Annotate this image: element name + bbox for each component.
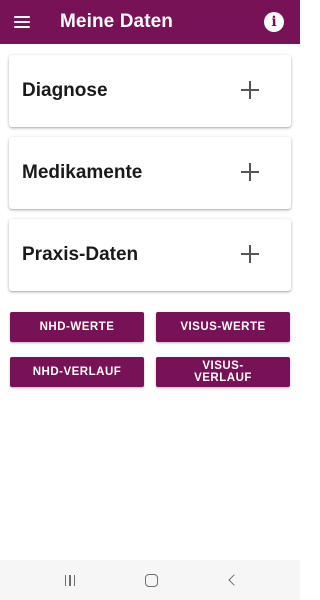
plus-icon[interactable] — [241, 81, 259, 99]
card-diagnose[interactable]: Diagnose — [9, 55, 291, 127]
card-label: Praxis-Daten — [22, 244, 139, 265]
menu-button[interactable] — [0, 0, 44, 44]
system-nav-bar — [0, 560, 300, 600]
hamburger-menu-icon — [14, 16, 30, 28]
home-icon — [144, 573, 158, 587]
home-button[interactable] — [139, 568, 163, 592]
info-circle-icon: i — [271, 14, 277, 30]
card-label: Diagnose — [22, 80, 108, 101]
app-bar: Meine Daten i — [0, 0, 300, 44]
info-button[interactable]: i — [264, 12, 284, 32]
plus-icon[interactable] — [241, 245, 259, 263]
visus-werte-button[interactable]: VISUS-WERTE — [156, 312, 290, 342]
recent-apps-button[interactable] — [58, 568, 82, 592]
back-button[interactable] — [220, 568, 244, 592]
card-medikamente[interactable]: Medikamente — [9, 137, 291, 209]
visus-verlauf-label: VISUS-VERLAUF — [194, 360, 252, 384]
back-icon — [228, 574, 240, 586]
recent-apps-icon — [64, 574, 76, 586]
nhd-werte-button[interactable]: NHD-WERTE — [10, 312, 144, 342]
visus-verlauf-button[interactable]: VISUS-VERLAUF — [156, 357, 290, 387]
card-praxis-daten[interactable]: Praxis-Daten — [9, 219, 291, 291]
page-title: Meine Daten — [60, 11, 174, 32]
card-label: Medikamente — [22, 162, 143, 183]
nhd-verlauf-button[interactable]: NHD-VERLAUF — [10, 357, 144, 387]
plus-icon[interactable] — [241, 163, 259, 181]
